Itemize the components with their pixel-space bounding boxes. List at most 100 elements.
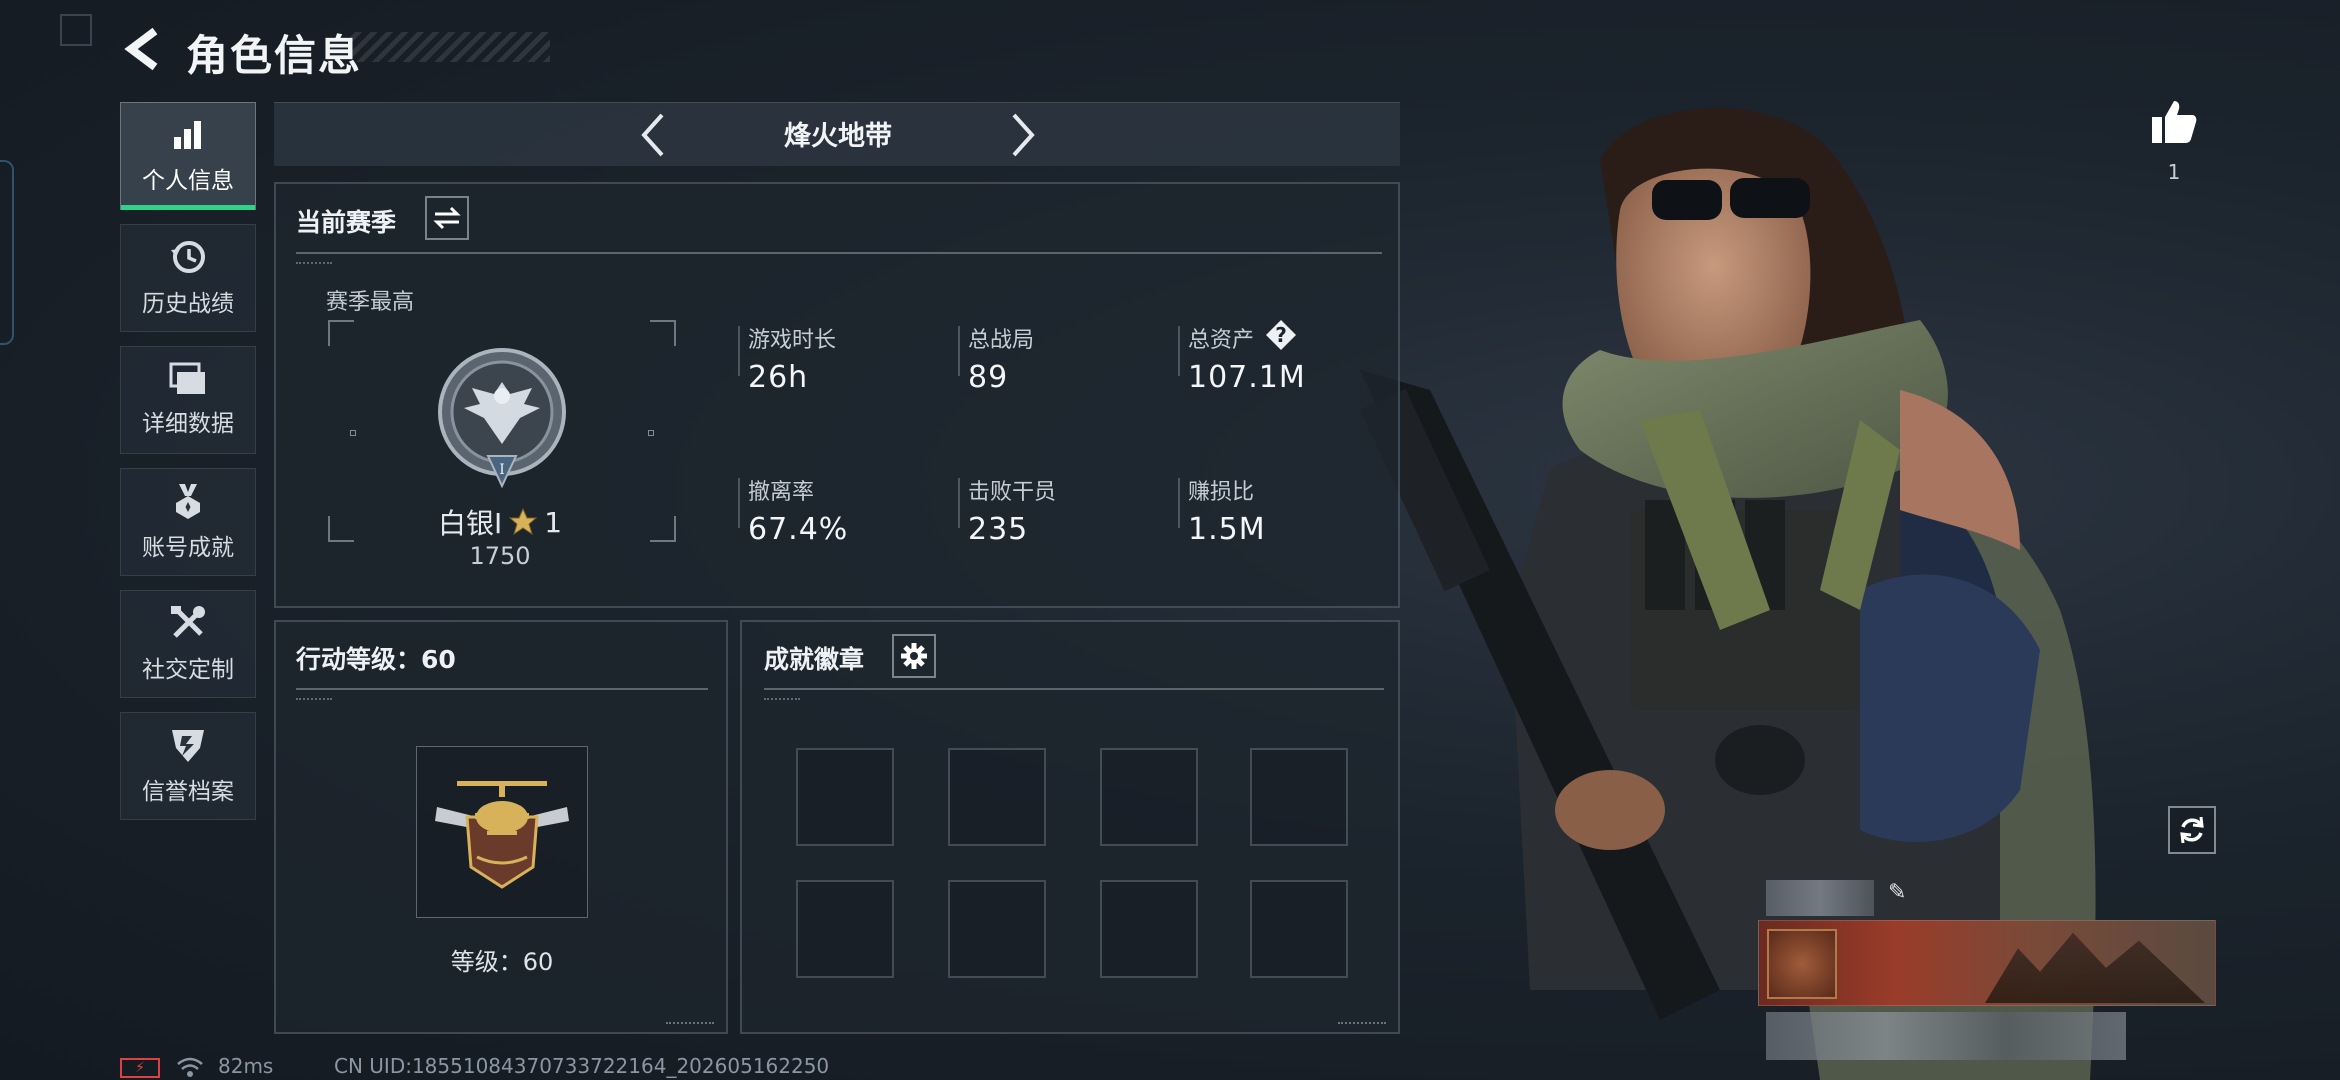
player-banner-card[interactable] bbox=[1758, 920, 2216, 1006]
player-uid: CN UID:18551084370733722164_202605162250 bbox=[334, 1054, 830, 1078]
season-switch-button[interactable] bbox=[425, 196, 469, 240]
side-drawer-handle[interactable] bbox=[0, 160, 14, 345]
page-title: 角色信息 bbox=[186, 31, 363, 80]
badge-slot[interactable] bbox=[1100, 880, 1198, 978]
stat-value-assets: 107.1M bbox=[1188, 360, 1306, 395]
badges-settings-button[interactable] bbox=[892, 634, 936, 678]
badges-title: 成就徽章 bbox=[764, 645, 865, 674]
rank-frame-corner bbox=[328, 516, 354, 542]
level-divider bbox=[296, 688, 708, 690]
sidebar-item-details[interactable]: 详细数据 bbox=[120, 346, 256, 454]
action-level-title: 行动等级：60 bbox=[296, 645, 456, 674]
rank-score: 1750 bbox=[469, 542, 531, 570]
season-divider bbox=[296, 252, 1382, 254]
bar-chart-icon bbox=[174, 121, 201, 149]
corner-frame bbox=[60, 14, 92, 46]
charging-bolt-icon: ⚡ bbox=[135, 1060, 145, 1076]
divider-marks bbox=[764, 698, 800, 702]
sidebar-item-achievements[interactable]: 账号成就 bbox=[120, 468, 256, 576]
divider-marks bbox=[296, 698, 332, 702]
player-name-blurred bbox=[1766, 880, 1874, 916]
stat-value-matches: 89 bbox=[968, 360, 1009, 395]
badges-divider bbox=[764, 688, 1384, 690]
rank-name: 白银I bbox=[438, 507, 503, 540]
stat-separator bbox=[958, 326, 960, 376]
banner-soldiers-art bbox=[1985, 932, 2205, 1003]
action-level-text: 等级：60 bbox=[450, 948, 554, 976]
frame-dot bbox=[648, 430, 654, 436]
badge-slot[interactable] bbox=[1100, 748, 1198, 846]
refresh-icon bbox=[2180, 816, 2204, 844]
season-title: 当前赛季 bbox=[296, 208, 397, 237]
battery-icon: ⚡ bbox=[120, 1058, 160, 1078]
sidebar-item-label: 详细数据 bbox=[142, 411, 234, 437]
sidebar-item-reputation[interactable]: 信誉档案 bbox=[120, 712, 256, 820]
divider-marks bbox=[296, 262, 332, 266]
badge-slot[interactable] bbox=[796, 748, 894, 846]
sidebar-item-label: 历史战绩 bbox=[142, 291, 234, 317]
like-count: 1 bbox=[2167, 160, 2181, 184]
star-icon bbox=[508, 507, 538, 536]
stat-separator bbox=[738, 478, 740, 528]
stat-label-kills: 击败干员 bbox=[968, 480, 1057, 505]
stat-separator bbox=[738, 326, 740, 376]
rank-stars: 1 bbox=[544, 505, 563, 539]
history-clock-icon bbox=[171, 241, 205, 273]
tools-icon bbox=[171, 606, 205, 638]
like-button[interactable] bbox=[2146, 96, 2202, 148]
stat-separator bbox=[1178, 478, 1180, 528]
sidebar-item-social[interactable]: 社交定制 bbox=[120, 590, 256, 698]
swap-arrows-icon bbox=[433, 206, 461, 230]
chevron-left-icon bbox=[641, 113, 664, 157]
rank-frame-corner bbox=[328, 320, 354, 346]
stat-label-extract-rate: 撤离率 bbox=[748, 480, 815, 505]
edit-name-icon[interactable]: ✎ bbox=[1888, 880, 1912, 910]
stat-separator bbox=[958, 478, 960, 528]
silver-rank-emblem-icon: I bbox=[438, 348, 566, 489]
mode-next-button[interactable] bbox=[998, 108, 1048, 162]
badge-slot[interactable] bbox=[1250, 880, 1348, 978]
player-info-blurred bbox=[1766, 1012, 2126, 1060]
stat-label-profit-ratio: 赚损比 bbox=[1188, 480, 1255, 505]
panel-corner-marks bbox=[1338, 1012, 1386, 1024]
stat-value-profit-ratio: 1.5M bbox=[1188, 512, 1266, 547]
rank-frame-corner bbox=[650, 320, 676, 346]
mode-prev-button[interactable] bbox=[628, 108, 678, 162]
ping-value: 82ms bbox=[218, 1054, 274, 1078]
mode-title: 烽火地带 bbox=[784, 121, 892, 152]
badge-slot[interactable] bbox=[948, 880, 1046, 978]
thumbs-up-icon bbox=[2152, 101, 2197, 143]
badge-slot[interactable] bbox=[948, 748, 1046, 846]
banner-emblem bbox=[1767, 929, 1837, 999]
chevron-right-icon bbox=[1012, 113, 1035, 157]
wifi-icon bbox=[177, 1057, 203, 1077]
stat-separator bbox=[1178, 326, 1180, 376]
gear-icon bbox=[901, 643, 927, 669]
badge-slot[interactable] bbox=[1250, 748, 1348, 846]
stat-label-playtime: 游戏时长 bbox=[748, 328, 837, 353]
sidebar-item-label: 社交定制 bbox=[142, 657, 234, 683]
shield-icon bbox=[172, 730, 204, 762]
sidebar-item-history[interactable]: 历史战绩 bbox=[120, 224, 256, 332]
sidebar-item-label: 个人信息 bbox=[142, 168, 234, 194]
chevron-left-icon bbox=[124, 27, 158, 71]
svg-text:I: I bbox=[499, 462, 505, 478]
medal-icon bbox=[176, 484, 200, 519]
panel-corner-marks bbox=[666, 1012, 714, 1024]
sidebar-item-label: 信誉档案 bbox=[142, 779, 234, 805]
stat-value-kills: 235 bbox=[968, 512, 1029, 547]
sidebar-item-personal-info[interactable]: 个人信息 bbox=[120, 102, 256, 210]
rank-frame-corner bbox=[650, 516, 676, 542]
stat-label-assets: 总资产 bbox=[1188, 328, 1255, 353]
back-button[interactable] bbox=[118, 24, 168, 74]
badge-slot[interactable] bbox=[796, 880, 894, 978]
stat-label-matches: 总战局 bbox=[968, 328, 1035, 353]
stat-value-playtime: 26h bbox=[748, 360, 809, 395]
season-best-label: 赛季最高 bbox=[326, 290, 415, 315]
action-level-plate[interactable] bbox=[416, 746, 588, 918]
helicopter-badge-icon bbox=[435, 781, 569, 889]
rotate-model-button[interactable] bbox=[2168, 806, 2216, 854]
title-decoration bbox=[350, 32, 550, 62]
folder-icon bbox=[169, 362, 205, 394]
sidebar-item-label: 账号成就 bbox=[142, 535, 234, 561]
